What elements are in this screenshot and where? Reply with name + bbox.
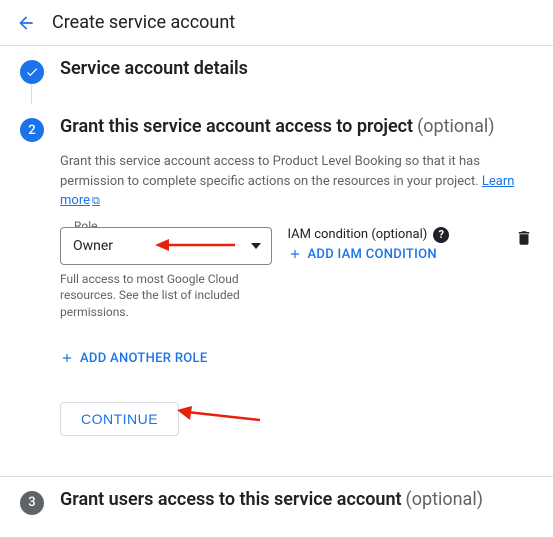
step2-description: Grant this service account access to Pro…: [60, 152, 533, 211]
external-link-icon: ⧉: [92, 194, 100, 207]
plus-icon: [288, 247, 302, 261]
page-title: Create service account: [52, 12, 235, 33]
role-value: Owner: [73, 238, 113, 254]
role-help-text: Full access to most Google Cloud resourc…: [60, 271, 260, 321]
role-field: Role Owner Full access to most Google Cl…: [60, 227, 272, 321]
back-button[interactable]: [16, 13, 36, 33]
continue-button[interactable]: CONTINUE: [60, 402, 179, 436]
add-iam-condition-button[interactable]: ADD IAM CONDITION: [288, 247, 500, 262]
step1-title[interactable]: Service account details: [60, 58, 248, 79]
step2-title: Grant this service account access to pro…: [60, 116, 413, 137]
step1-done-icon: [20, 60, 44, 84]
check-icon: [25, 65, 39, 79]
add-another-role-button[interactable]: ADD ANOTHER ROLE: [60, 351, 533, 366]
delete-role-button[interactable]: [515, 227, 533, 247]
annotation-arrow-2: [175, 400, 260, 430]
step-connector: [31, 84, 553, 104]
step2-optional: (optional): [417, 116, 494, 137]
help-icon[interactable]: ?: [433, 227, 449, 243]
role-dropdown[interactable]: Owner: [60, 227, 272, 265]
trash-icon: [515, 229, 533, 247]
step3-title[interactable]: Grant users access to this service accou…: [60, 489, 402, 510]
chevron-down-icon: [251, 243, 261, 249]
step3-icon: 3: [20, 491, 44, 515]
step3-optional: (optional): [406, 489, 483, 510]
iam-condition-label: IAM condition (optional) ?: [288, 227, 500, 243]
step2-icon: 2: [20, 118, 44, 142]
arrow-back-icon: [16, 13, 36, 33]
plus-icon: [60, 351, 74, 365]
